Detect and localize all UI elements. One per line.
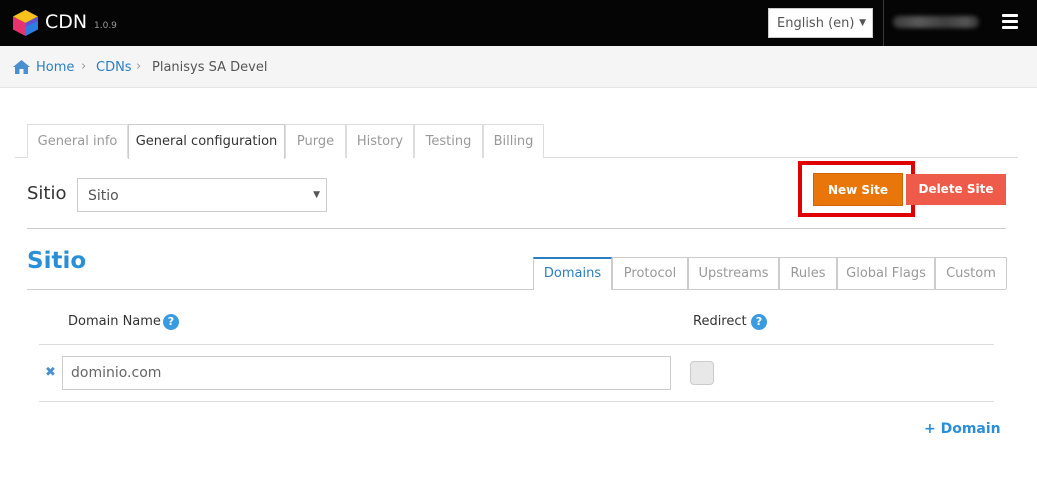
home-icon — [13, 60, 30, 74]
topbar-divider — [883, 0, 884, 46]
breadcrumb-chevron-icon: › — [81, 59, 87, 74]
app-title: CDN — [45, 11, 88, 33]
subtab-domains[interactable]: Domains — [533, 257, 612, 290]
caret-down-icon: ▼ — [313, 190, 320, 200]
table-row-divider — [39, 344, 994, 345]
subtab-rules[interactable]: Rules — [779, 257, 837, 289]
remove-domain-close-icon[interactable]: ✖ — [45, 365, 56, 380]
column-header-redirect: Redirect — [693, 314, 747, 329]
subtab-custom[interactable]: Custom — [935, 257, 1007, 289]
subtab-protocol[interactable]: Protocol — [612, 257, 688, 289]
help-icon[interactable]: ? — [751, 314, 767, 330]
subtab-upstreams[interactable]: Upstreams — [688, 257, 779, 289]
site-selector-label: Sitio — [27, 183, 67, 204]
section-divider — [27, 228, 1006, 229]
tab-purge[interactable]: Purge — [285, 124, 346, 158]
subtab-global-flags[interactable]: Global Flags — [837, 257, 935, 289]
domain-name-input[interactable] — [62, 356, 671, 390]
tab-billing[interactable]: Billing — [483, 124, 544, 158]
add-domain-link[interactable]: + Domain — [924, 421, 1001, 437]
language-select[interactable]: English (en) ▼ — [768, 8, 873, 38]
breadcrumb-current: Planisys SA Devel — [152, 60, 268, 75]
tab-general-info[interactable]: General info — [27, 124, 128, 158]
tab-testing[interactable]: Testing — [414, 124, 483, 158]
caret-down-icon: ▼ — [859, 18, 866, 28]
hamburger-menu-icon[interactable] — [1002, 14, 1018, 30]
user-account-blurred[interactable] — [893, 16, 979, 28]
delete-site-button[interactable]: Delete Site — [906, 174, 1006, 205]
cube-logo-icon — [13, 10, 38, 36]
redirect-checkbox[interactable] — [690, 361, 714, 385]
language-select-value: English (en) — [777, 16, 855, 31]
breadcrumb: Home › CDNs › Planisys SA Devel — [0, 46, 1037, 88]
site-select-value: Sitio — [88, 188, 119, 204]
column-header-domain-name: Domain Name — [68, 314, 161, 329]
breadcrumb-chevron-icon: › — [136, 59, 142, 74]
section-title: Sitio — [27, 248, 87, 274]
site-select[interactable]: Sitio ▼ — [77, 178, 327, 212]
top-navbar: CDN 1.0.9 English (en) ▼ — [0, 0, 1037, 46]
breadcrumb-cdns-link[interactable]: CDNs — [96, 60, 132, 75]
tab-history[interactable]: History — [346, 124, 414, 158]
sub-tabs-baseline — [27, 289, 1006, 290]
new-site-button[interactable]: New Site — [813, 173, 903, 206]
help-icon[interactable]: ? — [163, 314, 179, 330]
tab-general-configuration[interactable]: General configuration — [128, 124, 285, 159]
table-row-divider — [39, 401, 994, 402]
app-version: 1.0.9 — [94, 21, 117, 31]
breadcrumb-home-link[interactable]: Home — [36, 60, 74, 75]
